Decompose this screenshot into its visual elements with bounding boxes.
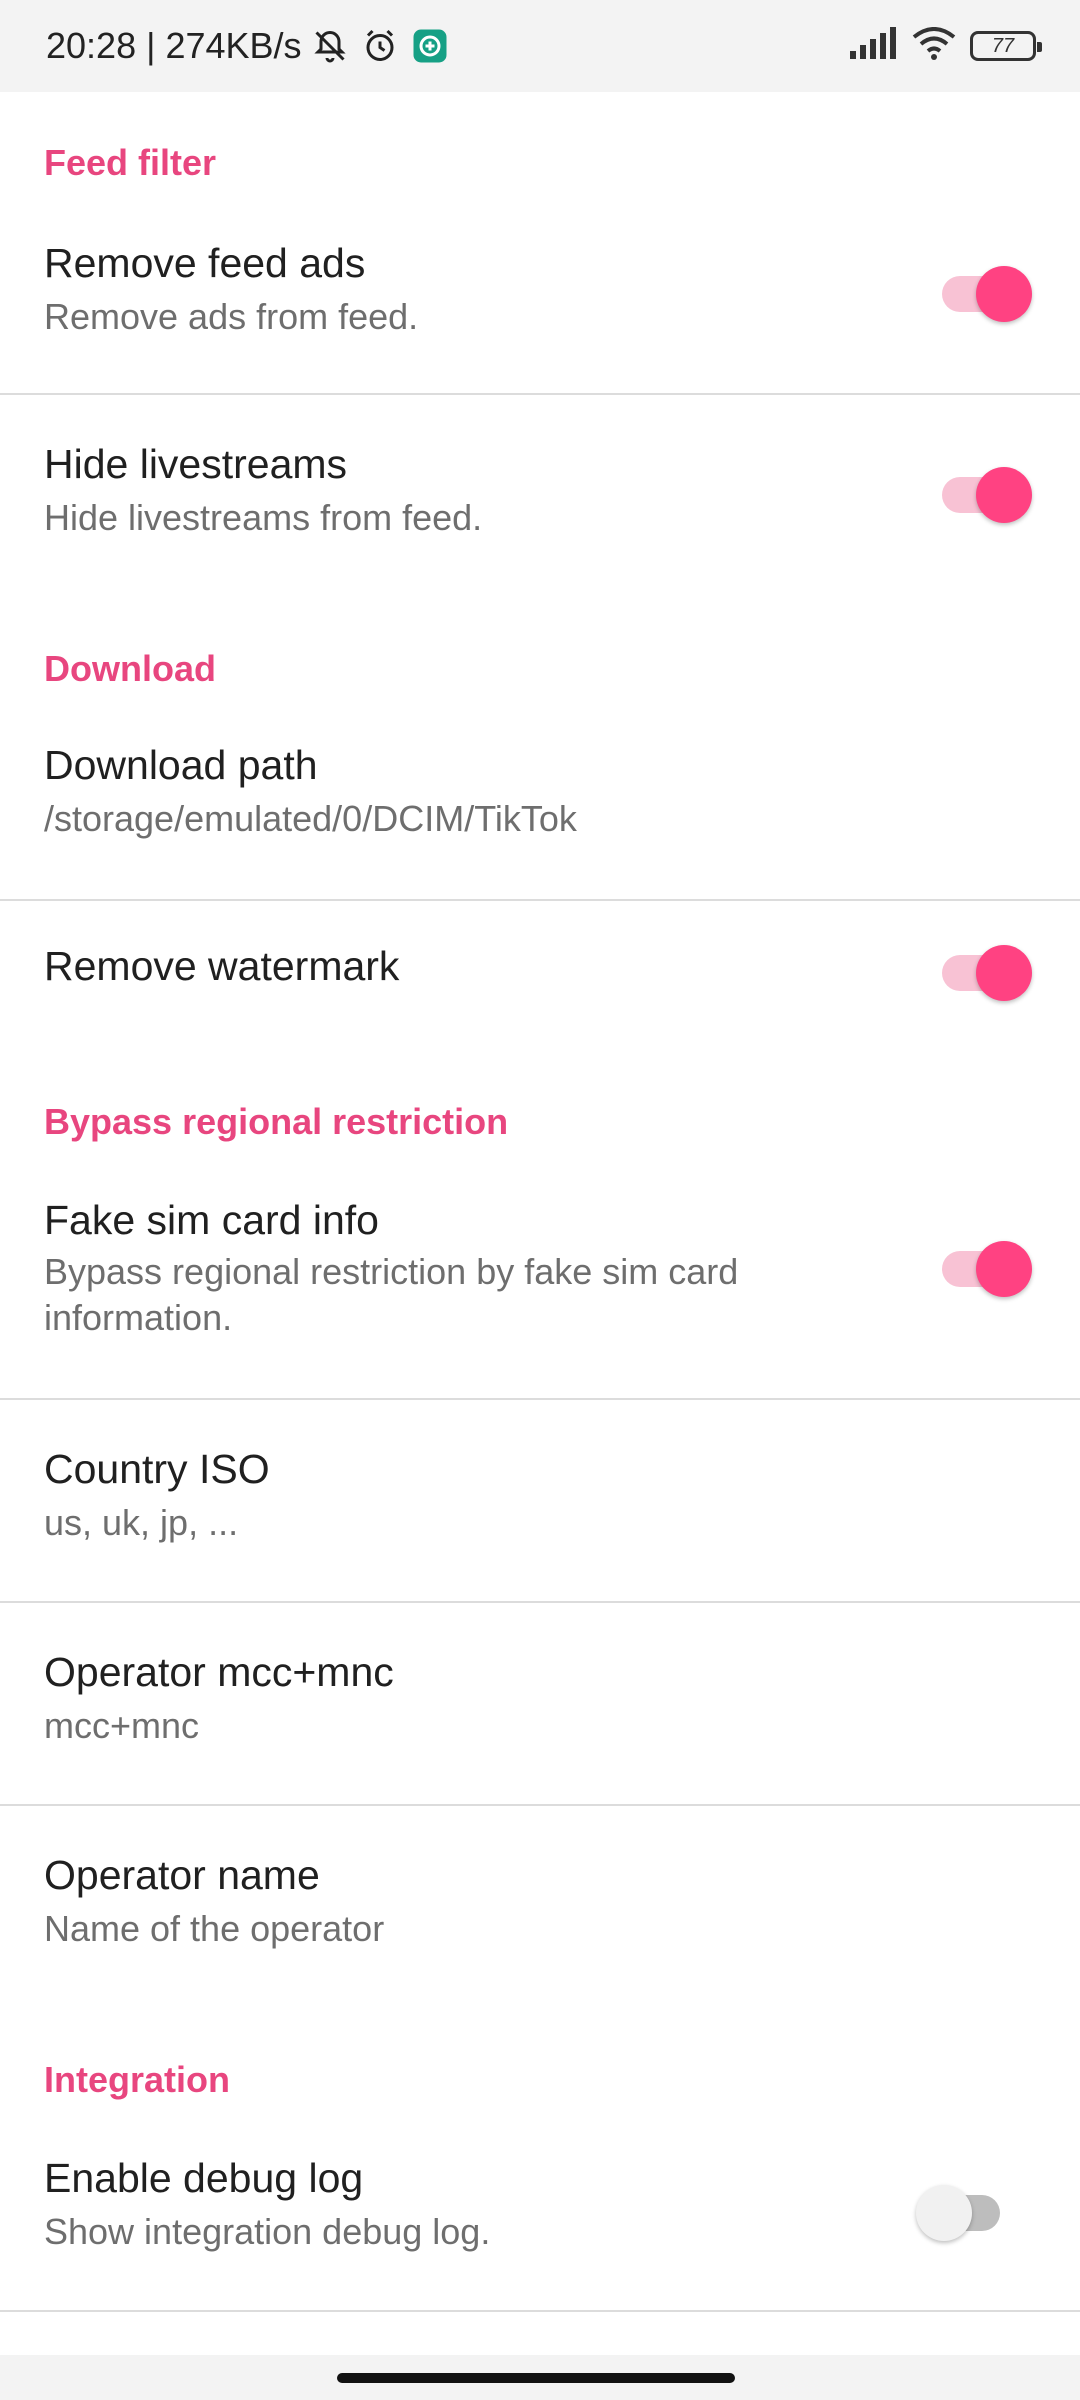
bell-off-icon (308, 24, 352, 68)
signal-icon (848, 26, 898, 66)
pref-title: Download path (44, 742, 318, 788)
status-right: 77 (848, 26, 1042, 66)
pref-summary: Remove ads from feed. (44, 296, 419, 337)
battery-level: 77 (991, 34, 1015, 57)
pref-debug-log[interactable]: Enable debug log Show integration debug … (0, 2135, 1080, 2303)
pref-summary: Bypass regional restriction by fake sim … (44, 1251, 739, 1338)
pref-title: Hide livestreams (44, 441, 348, 487)
status-left: 20:28 | 274KB/s (46, 24, 452, 68)
pref-title: Remove feed ads (44, 240, 366, 286)
status-time-speed: 20:28 | 274KB/s (46, 25, 302, 66)
pref-summary: us, uk, jp, ... (44, 1502, 239, 1543)
home-indicator[interactable] (337, 2373, 735, 2383)
pref-title: Enable debug log (44, 2155, 364, 2201)
settings-list[interactable]: Feed filter Remove feed ads Remove ads f… (0, 92, 1080, 2355)
battery-icon: 77 (970, 31, 1042, 61)
pref-remove-watermark[interactable]: Remove watermark (0, 901, 1080, 1051)
section-title-integration: Integration (44, 2059, 230, 2100)
pref-title: Operator mcc+mnc (44, 1649, 394, 1695)
hide-livestreams-switch[interactable] (938, 467, 1032, 523)
pref-summary: mcc+mnc (44, 1705, 200, 1746)
fake-sim-switch[interactable] (938, 1241, 1032, 1297)
remove-feed-ads-switch[interactable] (938, 266, 1032, 322)
pref-title: Operator name (44, 1852, 320, 1898)
pref-operator-mcc[interactable]: Operator mcc+mnc mcc+mnc (0, 1603, 1080, 1803)
switch-thumb (976, 266, 1032, 322)
pref-summary: Show integration debug log. (44, 2211, 491, 2252)
pref-download-path[interactable]: Download path /storage/emulated/0/DCIM/T… (0, 722, 1080, 897)
navigation-bar (0, 2355, 1080, 2400)
pref-country-iso[interactable]: Country ISO us, uk, jp, ... (0, 1400, 1080, 1600)
pref-remove-feed-ads[interactable]: Remove feed ads Remove ads from feed. (0, 220, 1080, 383)
pref-title: Country ISO (44, 1446, 270, 1492)
shield-app-icon (408, 24, 452, 68)
switch-thumb (976, 467, 1032, 523)
pref-title: Fake sim card info (44, 1197, 379, 1243)
pref-summary: /storage/emulated/0/DCIM/TikTok (44, 798, 577, 839)
pref-title: Remove watermark (44, 943, 400, 989)
debug-log-switch[interactable] (916, 2185, 1010, 2241)
section-title-bypass: Bypass regional restriction (44, 1101, 509, 1142)
pref-fake-sim[interactable]: Fake sim card info Bypass regional restr… (0, 1177, 1080, 1387)
switch-thumb (916, 2185, 972, 2241)
switch-thumb (976, 1241, 1032, 1297)
switch-thumb (976, 945, 1032, 1001)
wifi-icon (912, 26, 956, 66)
divider (0, 2310, 1080, 2312)
alarm-icon (358, 24, 402, 68)
pref-operator-name[interactable]: Operator name Name of the operator (0, 1806, 1080, 2006)
section-title-feed-filter: Feed filter (44, 142, 217, 183)
status-bar: 20:28 | 274KB/s 77 (0, 0, 1080, 92)
section-title-download: Download (44, 648, 216, 689)
pref-hide-livestreams[interactable]: Hide livestreams Hide livestreams from f… (0, 395, 1080, 595)
remove-watermark-switch[interactable] (938, 945, 1032, 1001)
pref-summary: Name of the operator (44, 1908, 385, 1949)
pref-summary: Hide livestreams from feed. (44, 497, 483, 538)
